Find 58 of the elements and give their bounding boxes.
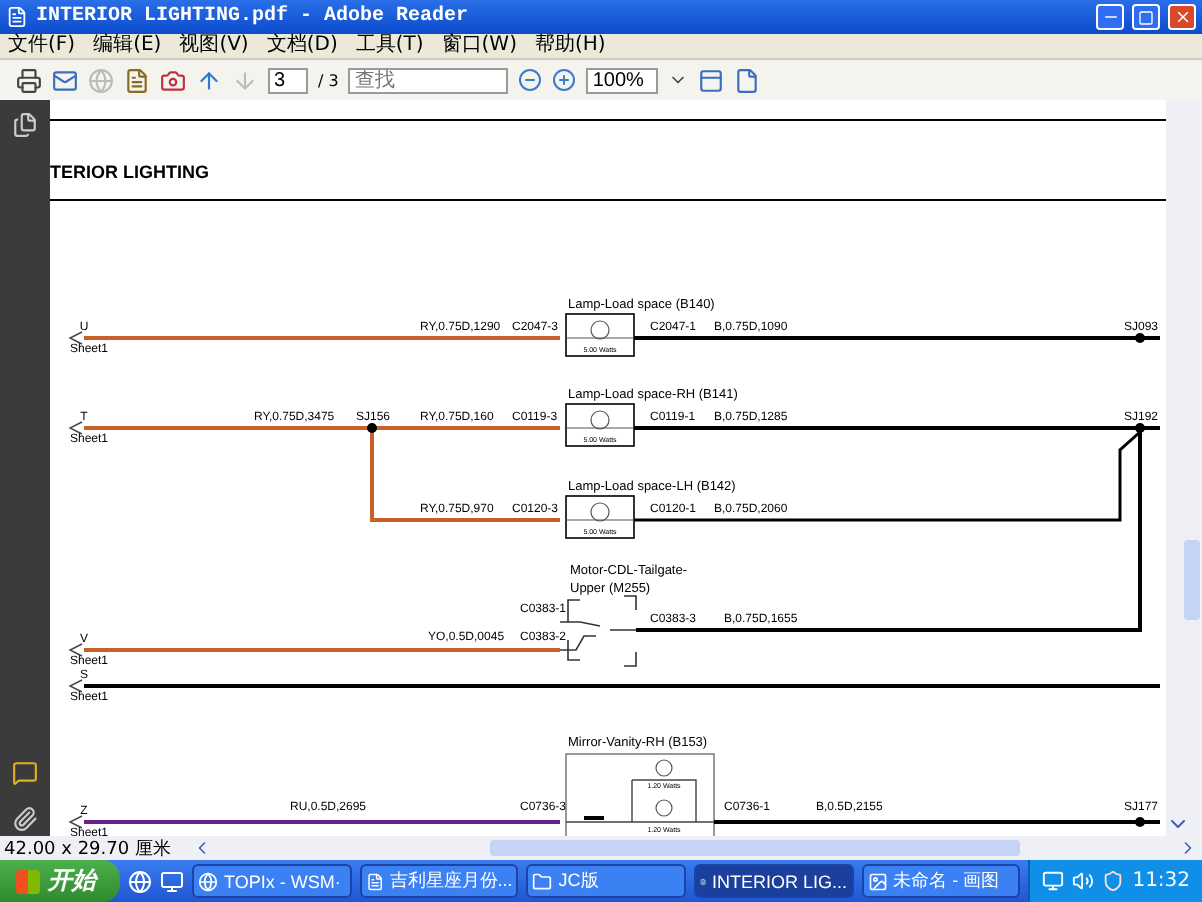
- lamp-drawing: [565, 313, 635, 357]
- close-button[interactable]: [1168, 4, 1196, 30]
- taskbar-button[interactable]: 未命名 - 画图: [861, 864, 1021, 898]
- splice-dot: [1135, 423, 1145, 433]
- desktop-launch-button[interactable]: [160, 869, 184, 893]
- image-icon: [867, 871, 888, 891]
- fit-page-button[interactable]: [698, 67, 725, 93]
- monitor-icon: [160, 869, 184, 893]
- page-heading: TERIOR LIGHTING: [50, 162, 209, 182]
- menu-item[interactable]: 工具(T): [355, 34, 424, 58]
- page-total: / 3: [318, 71, 339, 89]
- globe-icon: [128, 869, 152, 893]
- menu-item[interactable]: 编辑(E): [93, 34, 162, 58]
- text-select-button[interactable]: [124, 67, 150, 93]
- minimize-button[interactable]: [1096, 4, 1124, 30]
- email-button[interactable]: [52, 67, 78, 93]
- maximize-icon: [1138, 9, 1154, 25]
- page-size-label: 42.00 x 29.70 厘米: [4, 837, 173, 861]
- scroll-thumb[interactable]: [1184, 540, 1200, 620]
- splice-dot: [1135, 333, 1145, 343]
- taskbar-button[interactable]: INTERIOR LIG...: [693, 864, 854, 898]
- browser-launch-button[interactable]: [128, 869, 152, 893]
- zoom-field[interactable]: 100%: [586, 67, 659, 93]
- lamp-drawing: [565, 403, 635, 447]
- taskbar-button[interactable]: JC版: [526, 864, 686, 898]
- maximize-button[interactable]: [1132, 4, 1160, 30]
- scroll-thumb[interactable]: [490, 840, 1020, 856]
- print-button[interactable]: [16, 67, 42, 93]
- splice-dot: [1135, 817, 1145, 827]
- splice-dot: [367, 423, 377, 433]
- close-icon: [1173, 8, 1191, 26]
- zoom-out-button[interactable]: [518, 68, 543, 92]
- attachments-button[interactable]: [12, 806, 38, 832]
- menu-item[interactable]: 窗口(W): [441, 34, 517, 58]
- pdf-file-icon: [6, 6, 28, 28]
- monitor-icon: [1042, 870, 1065, 892]
- lamp-drawing: [565, 495, 635, 539]
- previous-page-button[interactable]: [196, 67, 222, 93]
- comments-button[interactable]: [12, 760, 38, 786]
- camera-button[interactable]: [160, 67, 186, 93]
- menu-item[interactable]: 文件(F): [8, 34, 76, 58]
- zoom-in-button[interactable]: [552, 68, 577, 92]
- globe-icon: [198, 871, 218, 891]
- taskbar-button[interactable]: TOPIx - WSM·: [192, 864, 352, 898]
- window-title: INTERIOR LIGHTING.pdf - Adobe Reader: [36, 6, 471, 28]
- menu-item[interactable]: 文档(D): [266, 34, 338, 58]
- clock: 11:32: [1132, 870, 1191, 892]
- taskbar-button[interactable]: 吉利星座月份...: [359, 864, 519, 898]
- menu-item[interactable]: 帮助(H): [534, 34, 606, 58]
- search-field[interactable]: 查找: [348, 67, 509, 93]
- shield-icon: [1102, 870, 1125, 892]
- fit-width-button[interactable]: [734, 67, 761, 93]
- page-number-field[interactable]: 3: [268, 67, 308, 93]
- volume-icon: [1072, 870, 1095, 892]
- pages-button[interactable]: [12, 112, 38, 138]
- folder-icon: [532, 871, 553, 891]
- menu-item[interactable]: 视图(V): [179, 34, 249, 58]
- vertical-scrollbar[interactable]: [1166, 100, 1202, 836]
